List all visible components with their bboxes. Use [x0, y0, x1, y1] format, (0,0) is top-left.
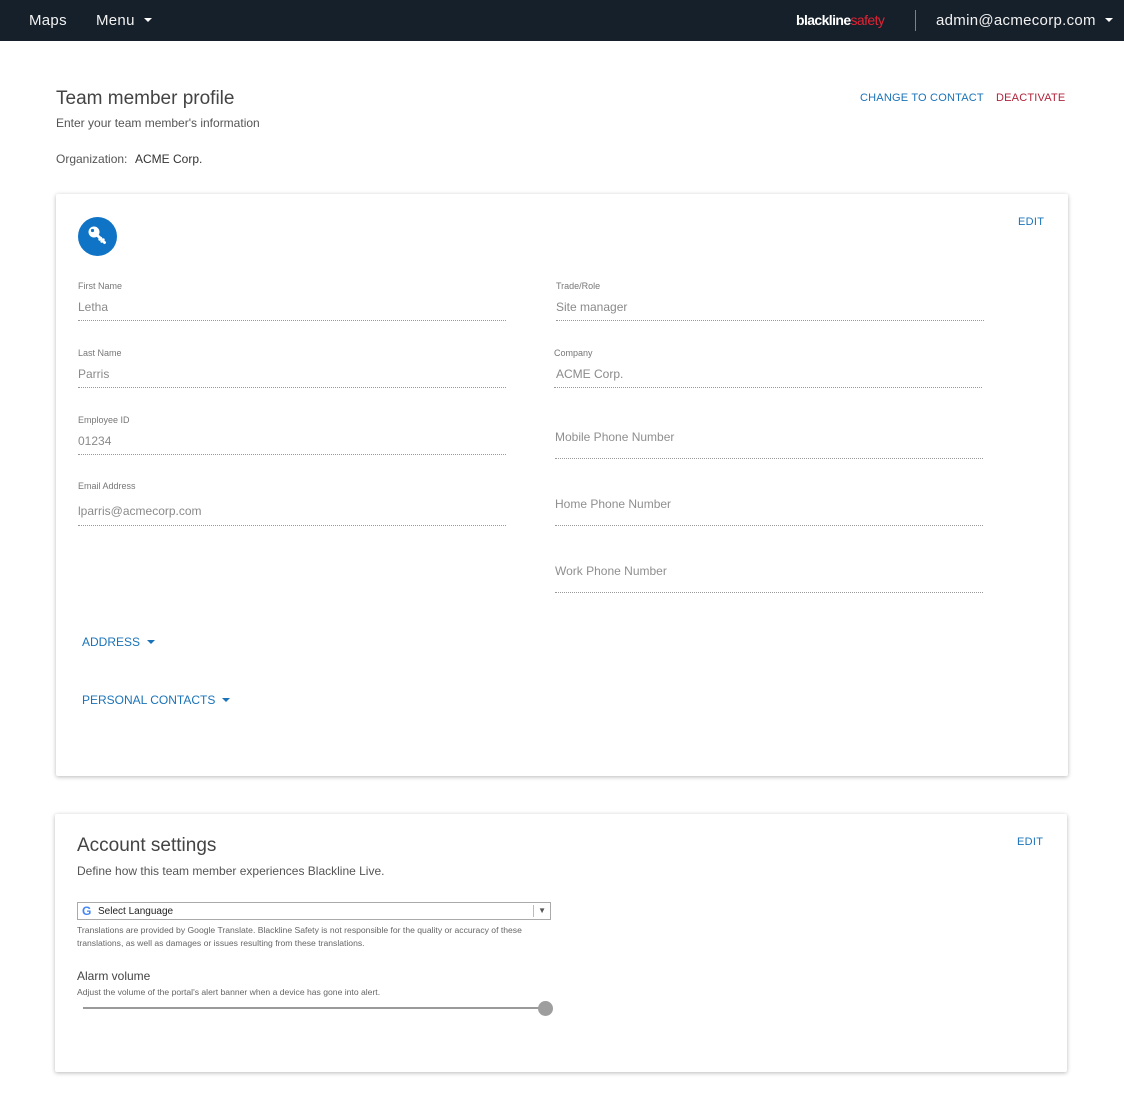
email-label: Email Address: [78, 481, 136, 491]
alarm-volume-title: Alarm volume: [77, 969, 151, 983]
nav-divider: [915, 10, 916, 31]
alarm-volume-description: Adjust the volume of the portal's alert …: [77, 987, 381, 997]
field-underline: [555, 458, 983, 459]
address-expander[interactable]: ADDRESS: [82, 635, 156, 649]
account-edit-button[interactable]: EDIT: [1017, 836, 1043, 848]
change-to-contact-button[interactable]: CHANGE TO CONTACT: [860, 92, 984, 104]
chevron-down-icon: [222, 697, 231, 702]
language-select[interactable]: G Select Language ▼: [77, 902, 551, 920]
blackline-safety-logo[interactable]: blacklinesafety: [796, 12, 885, 28]
nav-menu-dropdown[interactable]: Menu: [96, 0, 152, 41]
dropdown-arrow-icon: ▼: [538, 906, 546, 915]
mobile-phone-placeholder: Mobile Phone Number: [555, 430, 675, 444]
profile-card: EDIT First Name Letha Last Name Parris E…: [56, 194, 1068, 776]
organization-label: Organization:: [56, 152, 128, 166]
trade-role-field[interactable]: Trade/Role Site manager: [556, 281, 984, 321]
chevron-down-icon: [143, 18, 152, 23]
employee-id-label: Employee ID: [78, 415, 130, 425]
field-underline: [78, 454, 506, 455]
last-name-field[interactable]: Last Name Parris: [78, 348, 506, 388]
field-underline: [78, 525, 506, 526]
personal-contacts-expander[interactable]: PERSONAL CONTACTS: [82, 693, 231, 707]
trade-role-value: Site manager: [556, 300, 628, 314]
first-name-value: Letha: [78, 300, 109, 314]
account-settings-title: Account settings: [77, 835, 217, 856]
company-field[interactable]: Company ACME Corp.: [554, 348, 982, 388]
user-email: admin@acmecorp.com: [936, 12, 1096, 29]
chevron-down-icon: [147, 639, 156, 644]
language-select-label: Select Language: [98, 906, 174, 917]
select-divider: [533, 905, 534, 917]
avatar: [78, 217, 117, 256]
logo-text-blackline: blackline: [796, 12, 851, 28]
field-underline: [78, 320, 506, 321]
work-phone-placeholder: Work Phone Number: [555, 564, 667, 578]
home-phone-placeholder: Home Phone Number: [555, 497, 672, 511]
first-name-label: First Name: [78, 281, 123, 291]
last-name-value: Parris: [78, 367, 110, 381]
nav-menu-label: Menu: [96, 12, 135, 29]
alarm-volume-slider[interactable]: [83, 1007, 545, 1009]
account-settings-card: EDIT Account settings Define how this te…: [55, 814, 1067, 1072]
chevron-down-icon: [1104, 18, 1113, 23]
field-underline: [556, 320, 984, 321]
page-title: Team member profile: [56, 88, 235, 109]
employee-id-value: 01234: [78, 434, 112, 448]
company-value: ACME Corp.: [556, 367, 624, 381]
translation-disclaimer: Translations are provided by Google Tran…: [77, 925, 522, 948]
organization-value: ACME Corp.: [135, 152, 203, 166]
trade-role-label: Trade/Role: [556, 281, 601, 291]
email-value: lparris@acmecorp.com: [78, 504, 202, 518]
logo-text-safety: safety: [850, 12, 885, 28]
last-name-label: Last Name: [78, 348, 122, 358]
personal-contacts-label: PERSONAL CONTACTS: [82, 693, 216, 707]
user-menu-dropdown[interactable]: admin@acmecorp.com: [936, 0, 1113, 41]
home-phone-field[interactable]: Home Phone Number: [555, 497, 983, 526]
field-underline: [78, 387, 506, 388]
employee-id-field[interactable]: Employee ID 01234: [78, 415, 506, 455]
key-icon: [88, 226, 106, 244]
top-nav: Maps Menu blacklinesafety admin@acmecorp…: [0, 0, 1124, 41]
account-settings-subtitle: Define how this team member experiences …: [77, 864, 385, 878]
page-subtitle: Enter your team member's information: [56, 116, 260, 130]
field-underline: [555, 525, 983, 526]
company-label: Company: [554, 348, 593, 358]
first-name-field[interactable]: First Name Letha: [78, 281, 506, 321]
field-underline: [554, 387, 982, 388]
email-field[interactable]: Email Address lparris@acmecorp.com: [78, 481, 506, 526]
profile-edit-button[interactable]: EDIT: [1018, 216, 1044, 228]
nav-maps-link[interactable]: Maps: [29, 0, 67, 41]
address-label: ADDRESS: [82, 635, 141, 649]
mobile-phone-field[interactable]: Mobile Phone Number: [555, 430, 983, 459]
deactivate-button[interactable]: DEACTIVATE: [996, 92, 1065, 104]
field-underline: [555, 592, 983, 593]
alarm-volume-slider-thumb[interactable]: [537, 1001, 553, 1016]
work-phone-field[interactable]: Work Phone Number: [555, 564, 983, 593]
google-icon: G: [82, 904, 92, 918]
